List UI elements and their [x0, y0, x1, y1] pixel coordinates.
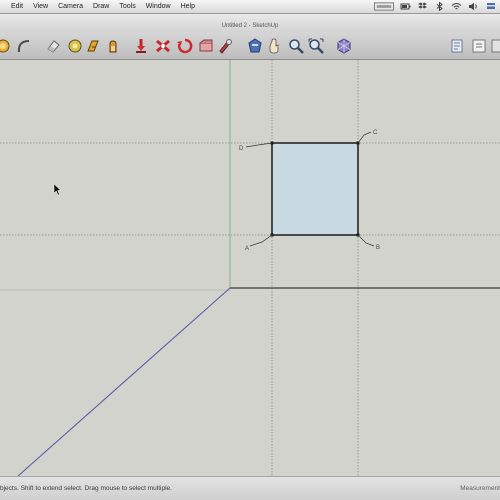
orbit-tool-icon[interactable]	[197, 37, 215, 55]
rotate-tool-icon[interactable]	[132, 37, 150, 55]
measurements-label: Measurement	[460, 485, 500, 492]
drawing-area[interactable]: D C A B	[0, 60, 500, 476]
point-label-c: C	[373, 130, 378, 136]
menu-item-help[interactable]: Help	[176, 3, 200, 11]
offset-tool-icon[interactable]	[176, 37, 194, 55]
model-viewport[interactable]: D C A B	[0, 60, 500, 476]
point-label-d: D	[239, 146, 244, 152]
point-label-b: B	[376, 245, 380, 251]
leader-d	[245, 142, 273, 148]
share-model-tool-icon[interactable]	[307, 37, 325, 55]
layers-tool-icon[interactable]	[448, 37, 466, 55]
menu-item-edit[interactable]: Edit	[6, 3, 28, 11]
arc-tool-icon[interactable]	[15, 37, 33, 55]
styles-tool-icon[interactable]	[489, 37, 500, 55]
leader-c	[357, 131, 372, 144]
status-hint-text: bjects. Shift to extend select. Drag mou…	[0, 485, 172, 492]
leader-b	[357, 234, 375, 247]
zoom-tool-icon[interactable]	[246, 37, 264, 55]
get-models-tool-icon[interactable]	[287, 37, 305, 55]
push-pull-tool-icon[interactable]	[84, 37, 102, 55]
menu-item-tools[interactable]: Tools	[114, 3, 140, 11]
title-bar: Untitled 2 - SketchUp	[0, 14, 500, 32]
bluetooth-icon[interactable]	[434, 2, 445, 11]
toolbar	[0, 32, 500, 60]
menu-item-window[interactable]: Window	[141, 3, 176, 11]
zoom-extents-tool-icon[interactable]	[265, 37, 283, 55]
menubar-status-icons	[374, 2, 496, 11]
mouse-cursor-icon	[53, 183, 61, 196]
leader-a	[249, 234, 273, 247]
point-label-a: A	[245, 246, 249, 252]
scale-tool-icon[interactable]	[154, 37, 172, 55]
blue-axis	[17, 287, 231, 476]
status-widget-icon[interactable]	[374, 2, 394, 11]
move-tool-icon[interactable]	[104, 37, 122, 55]
menu-bar: Edit View Camera Draw Tools Window Help	[0, 0, 500, 14]
menu-item-view[interactable]: View	[28, 3, 53, 11]
eraser-tool-icon[interactable]	[44, 37, 62, 55]
dropbox-icon[interactable]	[417, 2, 428, 11]
rectangle-face[interactable]	[271, 142, 359, 236]
wifi-icon[interactable]	[451, 2, 462, 11]
volume-icon[interactable]	[468, 2, 479, 11]
menu-item-camera[interactable]: Camera	[53, 3, 88, 11]
flag-icon[interactable]	[485, 2, 496, 11]
menu-item-draw[interactable]: Draw	[88, 3, 114, 11]
outliner-tool-icon[interactable]	[470, 37, 488, 55]
paint-bucket-tool-icon[interactable]	[66, 37, 84, 55]
components-tool-icon[interactable]	[335, 37, 353, 55]
pan-tool-icon[interactable]	[216, 37, 234, 55]
status-bar: bjects. Shift to extend select. Drag mou…	[0, 476, 500, 500]
battery-icon[interactable]	[400, 2, 411, 11]
select-tool-icon[interactable]	[0, 37, 12, 55]
menu-items: Edit View Camera Draw Tools Window Help	[0, 3, 200, 11]
